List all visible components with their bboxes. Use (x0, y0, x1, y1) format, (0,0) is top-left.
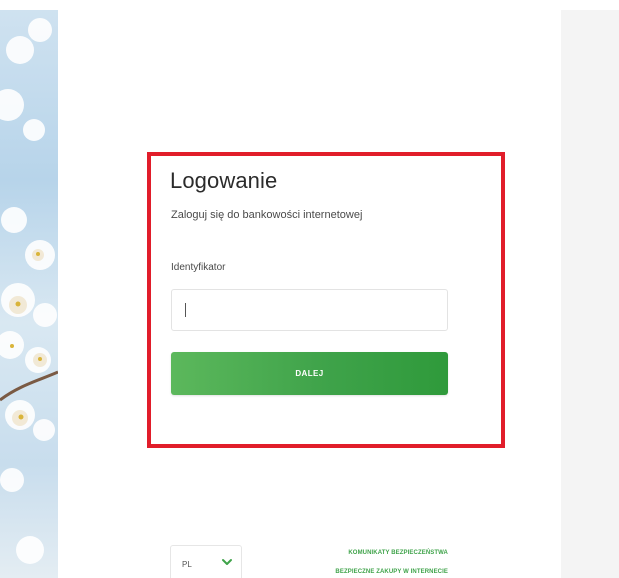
right-side-panel (561, 10, 619, 578)
language-select[interactable]: PL (170, 545, 242, 578)
identifier-input[interactable] (171, 289, 448, 331)
safe-shopping-link[interactable]: BEZPIECZNE ZAKUPY W INTERNECIE (335, 569, 448, 575)
next-button[interactable]: DALEJ (171, 352, 448, 395)
language-value: PL (182, 560, 192, 569)
text-caret (185, 303, 186, 317)
blossom-background-image (0, 10, 58, 578)
chevron-down-icon (222, 559, 232, 565)
page-subtitle: Zaloguj się do bankowości internetowej (171, 209, 363, 221)
page-title: Logowanie (170, 168, 278, 193)
identifier-label: Identyfikator (171, 262, 226, 273)
security-notices-link[interactable]: KOMUNIKATY BEZPIECZEŃSTWA (348, 550, 448, 556)
login-page: Logowanie Zaloguj się do bankowości inte… (0, 0, 619, 578)
